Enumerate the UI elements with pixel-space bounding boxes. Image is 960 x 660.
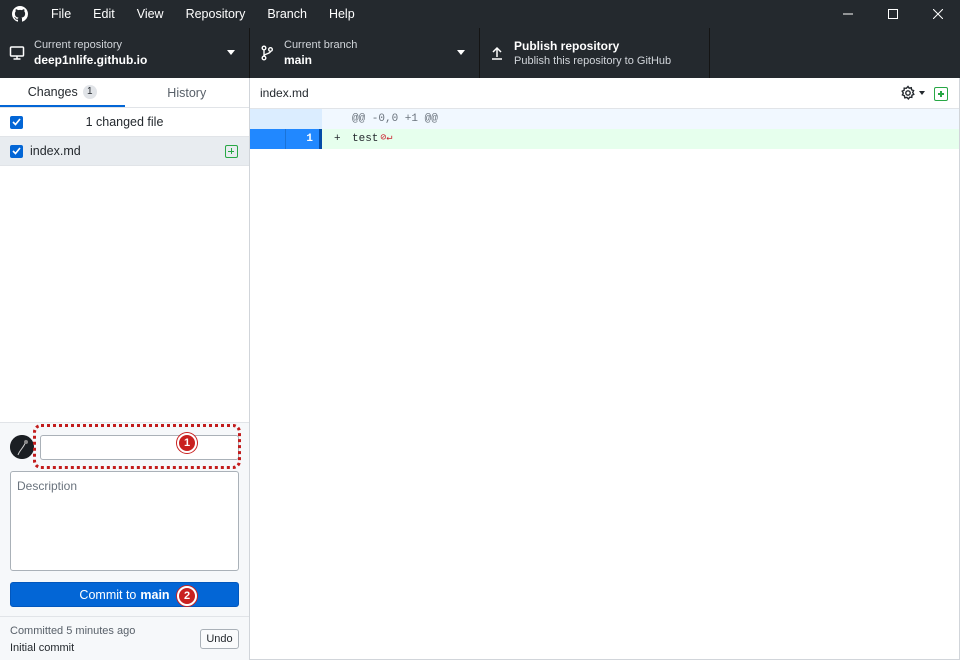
checkmark-icon bbox=[12, 118, 21, 126]
file-name: index.md bbox=[30, 144, 81, 158]
hunk-gutter bbox=[250, 109, 322, 129]
tab-history[interactable]: History bbox=[125, 78, 250, 107]
menu-view[interactable]: View bbox=[126, 0, 175, 28]
branch-label: Current branch bbox=[284, 39, 358, 51]
last-commit-time: Committed 5 minutes ago bbox=[10, 625, 136, 637]
close-icon bbox=[932, 9, 943, 19]
file-checkbox[interactable] bbox=[10, 144, 23, 158]
github-logo-icon bbox=[0, 0, 40, 28]
menu-branch[interactable]: Branch bbox=[256, 0, 318, 28]
computer-icon bbox=[0, 45, 34, 61]
maximize-icon bbox=[887, 9, 898, 19]
menu-file[interactable]: File bbox=[40, 0, 82, 28]
commit-button[interactable]: Commit to main bbox=[10, 582, 239, 607]
changes-count-badge: 1 bbox=[82, 84, 97, 99]
last-commit-message: Initial commit bbox=[10, 642, 75, 654]
menu-edit[interactable]: Edit bbox=[82, 0, 126, 28]
changed-files-count: 1 changed file bbox=[85, 115, 164, 129]
no-newline-icon: ⊘↵ bbox=[380, 133, 393, 144]
changed-files-header: 1 changed file bbox=[0, 108, 249, 137]
commit-button-prefix: Commit to bbox=[79, 587, 137, 602]
branch-name: main bbox=[284, 53, 313, 67]
diff-file-name: index.md bbox=[260, 86, 309, 100]
toolbar: Current repository deep1nlife.github.io … bbox=[0, 28, 960, 78]
old-line-number bbox=[250, 129, 286, 149]
window-controls bbox=[825, 0, 960, 28]
publish-repository-button[interactable]: Publish repository Publish this reposito… bbox=[480, 28, 710, 78]
plus-square-icon bbox=[225, 145, 238, 158]
annotation-highlight-box bbox=[33, 424, 241, 469]
chevron-down-icon bbox=[227, 50, 235, 55]
publish-subtitle: Publish this repository to GitHub bbox=[514, 54, 672, 67]
diff-header: index.md bbox=[250, 78, 959, 109]
current-repository-button[interactable]: Current repository deep1nlife.github.io bbox=[0, 28, 250, 78]
menu-help[interactable]: Help bbox=[318, 0, 366, 28]
diff-line-added[interactable]: 1 + test ⊘↵ bbox=[250, 129, 959, 149]
commit-button-branch: main bbox=[140, 587, 170, 602]
checkmark-icon bbox=[12, 147, 21, 155]
close-button[interactable] bbox=[915, 0, 960, 28]
tab-changes[interactable]: Changes 1 bbox=[0, 78, 125, 107]
chevron-down-icon bbox=[919, 91, 925, 95]
current-branch-button[interactable]: Current branch main bbox=[250, 28, 480, 78]
publish-title: Publish repository bbox=[514, 38, 620, 53]
diff-line-marker: + bbox=[334, 133, 341, 145]
upload-icon bbox=[480, 45, 514, 61]
tab-history-label: History bbox=[167, 85, 207, 100]
branch-icon bbox=[250, 45, 284, 61]
hunk-header-text: @@ -0,0 +1 @@ bbox=[322, 109, 959, 129]
sidebar: Changes 1 History 1 changed file index.m… bbox=[0, 78, 250, 660]
maximize-button[interactable] bbox=[870, 0, 915, 28]
diff-settings-button[interactable] bbox=[900, 85, 925, 101]
avatar bbox=[10, 435, 34, 459]
step-badge-2: 2 bbox=[177, 586, 197, 606]
title-bar: File Edit View Repository Branch Help bbox=[0, 0, 960, 28]
diff-line-text: test bbox=[352, 133, 379, 145]
chevron-down-icon bbox=[457, 50, 465, 55]
new-line-number: 1 bbox=[286, 129, 322, 149]
diff-hunk-header: @@ -0,0 +1 @@ bbox=[250, 109, 959, 129]
gear-icon bbox=[901, 85, 915, 100]
repository-name: deep1nlife.github.io bbox=[34, 53, 148, 67]
last-commit-panel: Committed 5 minutes ago Initial commit U… bbox=[0, 616, 249, 660]
commit-form: 1 Commit to main 2 bbox=[0, 422, 249, 616]
commit-description-input[interactable] bbox=[10, 471, 239, 571]
sidebar-tabs: Changes 1 History bbox=[0, 78, 249, 108]
select-all-checkbox[interactable] bbox=[10, 115, 23, 129]
repository-label: Current repository bbox=[34, 39, 123, 51]
file-list-item[interactable]: index.md bbox=[0, 137, 249, 166]
diff-panel: index.md @@ -0,0 +1 @@ 1 + test ⊘↵ bbox=[250, 78, 960, 660]
minimize-icon bbox=[842, 13, 853, 15]
step-badge-1: 1 bbox=[177, 433, 197, 453]
minimize-button[interactable] bbox=[825, 0, 870, 28]
tab-changes-label: Changes bbox=[27, 84, 78, 99]
menu-repository[interactable]: Repository bbox=[175, 0, 257, 28]
menu-bar: File Edit View Repository Branch Help bbox=[40, 0, 366, 28]
plus-square-icon[interactable] bbox=[934, 87, 948, 101]
undo-button[interactable]: Undo bbox=[200, 629, 239, 649]
